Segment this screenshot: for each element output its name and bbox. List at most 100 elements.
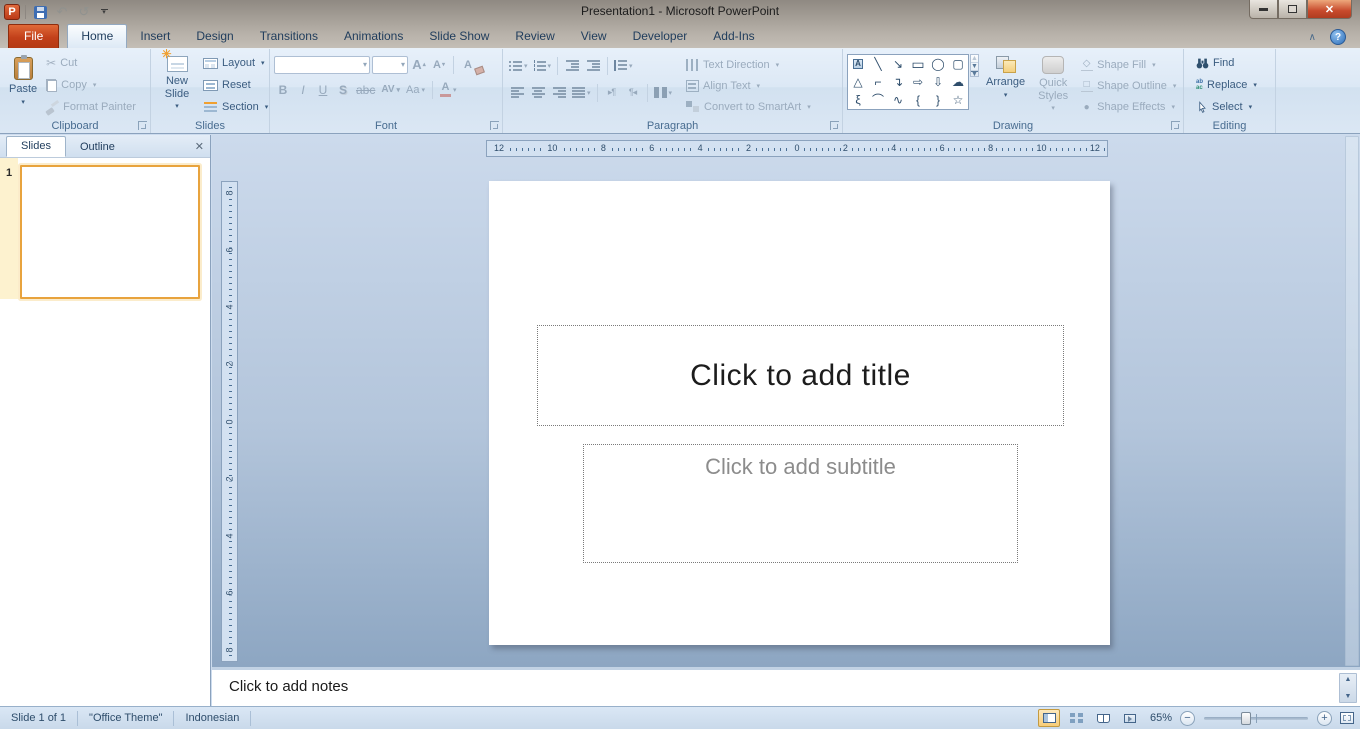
replace-button[interactable]: Replace [1192, 75, 1261, 96]
shape-fill-button[interactable]: ◇ Shape Fill [1076, 54, 1180, 75]
strikethrough-button[interactable]: abc [354, 80, 377, 99]
shape-line-icon[interactable]: ╲ [868, 55, 888, 73]
change-case-button[interactable]: Aa [404, 80, 427, 99]
tab-slideshow[interactable]: Slide Show [416, 25, 502, 48]
theme-indicator[interactable]: "Office Theme" [78, 707, 173, 729]
align-right-button[interactable] [549, 83, 569, 102]
clear-formatting-button[interactable]: A [459, 55, 477, 74]
tab-developer[interactable]: Developer [620, 25, 701, 48]
reset-button[interactable]: Reset [199, 75, 272, 96]
line-spacing-button[interactable] [612, 56, 635, 75]
gallery-scroll-up-icon[interactable]: ▲ [971, 55, 978, 63]
character-spacing-button[interactable]: AV [379, 80, 402, 99]
tab-view[interactable]: View [568, 25, 620, 48]
grow-font-button[interactable]: A [410, 55, 428, 74]
justify-button[interactable] [570, 83, 593, 102]
shape-scribble-icon[interactable]: ξ [848, 91, 868, 109]
shape-rectangle-icon[interactable]: ▭ [908, 55, 928, 73]
zoom-slider[interactable] [1204, 711, 1308, 725]
shape-effects-button[interactable]: ● Shape Effects [1076, 97, 1180, 118]
shrink-font-button[interactable]: A [430, 55, 448, 74]
slide-sorter-view-button[interactable] [1065, 709, 1087, 727]
bold-button[interactable]: B [274, 80, 292, 99]
section-button[interactable]: Section [199, 97, 272, 118]
close-button[interactable]: ✕ [1307, 0, 1352, 19]
copy-button[interactable]: Copy [42, 75, 140, 96]
subtitle-placeholder[interactable]: Click to add subtitle [583, 444, 1018, 563]
increase-indent-button[interactable] [583, 56, 603, 75]
zoom-level[interactable]: 65% [1146, 712, 1172, 724]
cut-button[interactable]: ✂ Cut [42, 53, 140, 74]
tab-transitions[interactable]: Transitions [247, 25, 331, 48]
slide-show-button[interactable] [1119, 709, 1141, 727]
tab-file[interactable]: File [8, 24, 60, 48]
notes-scrollbar[interactable]: ▲ ▼ [1339, 673, 1357, 703]
bullets-button[interactable] [507, 56, 530, 75]
shape-elbow-arrow-connector-icon[interactable]: ↴ [888, 73, 908, 91]
new-slide-button[interactable]: New Slide ▾ [155, 48, 199, 114]
text-shadow-button[interactable]: S [334, 80, 352, 99]
fit-to-window-button[interactable] [1340, 712, 1354, 724]
tab-home[interactable]: Home [67, 24, 128, 48]
paragraph-dialog-launcher[interactable] [830, 121, 839, 130]
text-direction-button[interactable]: Text Direction [682, 54, 815, 75]
layout-button[interactable]: Layout [199, 53, 272, 74]
find-button[interactable]: Find [1192, 53, 1261, 74]
decrease-indent-button[interactable] [562, 56, 582, 75]
clipboard-dialog-launcher[interactable] [138, 121, 147, 130]
normal-view-button[interactable] [1038, 709, 1060, 727]
tab-design[interactable]: Design [183, 25, 246, 48]
close-panel-icon[interactable]: ✕ [195, 140, 204, 153]
notes-placeholder[interactable]: Click to add notes [212, 670, 1360, 695]
shape-rounded-rectangle-icon[interactable]: ▢ [948, 55, 968, 73]
align-center-button[interactable] [528, 83, 548, 102]
format-painter-button[interactable]: Format Painter [42, 97, 140, 118]
notes-pane[interactable]: Click to add notes ▲ ▼ [212, 667, 1360, 706]
shape-right-brace-icon[interactable]: } [928, 91, 948, 109]
font-color-button[interactable]: A [438, 80, 459, 99]
gallery-scroll-down-icon[interactable]: ▼ [971, 63, 978, 71]
columns-button[interactable] [652, 83, 675, 102]
notes-scroll-down-icon[interactable]: ▼ [1345, 693, 1352, 700]
tab-animations[interactable]: Animations [331, 25, 416, 48]
slide-vertical-scrollbar[interactable] [1345, 136, 1359, 666]
shape-elbow-connector-icon[interactable]: ⌐ [868, 73, 888, 91]
slide-indicator[interactable]: Slide 1 of 1 [0, 707, 77, 729]
help-icon[interactable]: ? [1330, 29, 1346, 45]
font-size-combobox[interactable] [372, 55, 408, 74]
notes-scroll-up-icon[interactable]: ▲ [1345, 676, 1352, 683]
zoom-slider-thumb[interactable] [1241, 711, 1251, 725]
font-name-combobox[interactable] [274, 55, 370, 74]
numbering-button[interactable] [531, 56, 554, 75]
right-to-left-button[interactable]: ¶◂ [623, 83, 643, 102]
minimize-ribbon-icon[interactable]: ∧ [1309, 32, 1316, 43]
restore-button[interactable] [1278, 0, 1307, 19]
select-button[interactable]: Select [1192, 97, 1261, 118]
zoom-in-button[interactable]: + [1317, 710, 1332, 726]
tab-insert[interactable]: Insert [127, 25, 183, 48]
tab-outline[interactable]: Outline [66, 138, 129, 157]
shape-cloud-icon[interactable]: ☁ [948, 73, 968, 91]
arrange-button[interactable]: Arrange ▾ [981, 52, 1030, 103]
paste-button[interactable]: Paste ▾ [4, 53, 42, 110]
shape-curve-icon[interactable]: ∿ [888, 91, 908, 109]
left-to-right-button[interactable]: ▸¶ [602, 83, 622, 102]
align-text-button[interactable]: Align Text [682, 75, 815, 96]
shape-triangle-icon[interactable]: △ [848, 73, 868, 91]
shape-arrow-icon[interactable]: ↘ [888, 55, 908, 73]
language-indicator[interactable]: Indonesian [174, 707, 250, 729]
shape-star-icon[interactable]: ☆ [948, 91, 968, 109]
tab-slides[interactable]: Slides [6, 136, 66, 157]
quick-styles-button[interactable]: Quick Styles ▾ [1030, 52, 1076, 116]
font-dialog-launcher[interactable] [490, 121, 499, 130]
shape-right-arrow-icon[interactable]: ⇨ [908, 73, 928, 91]
slide-thumbnail[interactable] [20, 165, 200, 299]
underline-button[interactable]: U [314, 80, 332, 99]
shape-outline-button[interactable]: □ Shape Outline [1076, 75, 1180, 96]
zoom-out-button[interactable]: − [1180, 710, 1195, 726]
shape-textbox-icon[interactable]: A [848, 55, 868, 73]
align-left-button[interactable] [507, 83, 527, 102]
slide-canvas[interactable]: Click to add title Click to add subtitle [489, 181, 1110, 645]
reading-view-button[interactable] [1092, 709, 1114, 727]
tab-review[interactable]: Review [502, 25, 567, 48]
